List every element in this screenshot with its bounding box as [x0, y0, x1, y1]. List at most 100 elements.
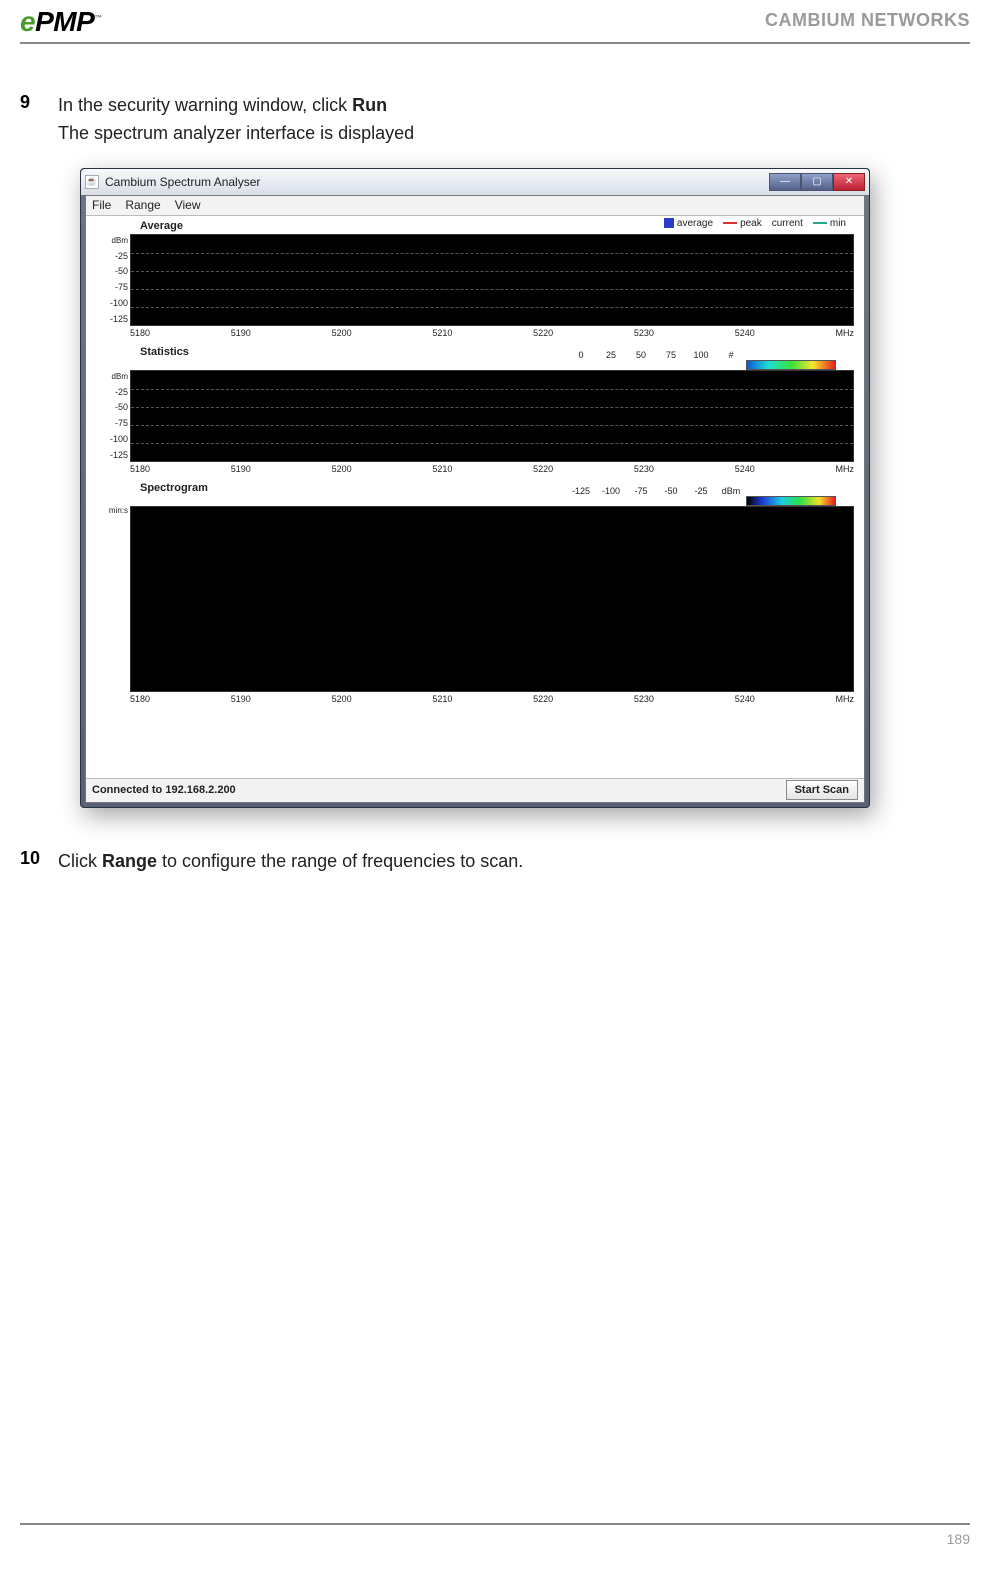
cb-unit: # [716, 350, 746, 360]
step-body: In the security warning window, click Ru… [58, 92, 414, 148]
x-tick: 5190 [231, 328, 251, 338]
statistics-plot [130, 370, 854, 462]
legend-peak: peak [723, 218, 762, 229]
step-9-line1: In the security warning window, click Ru… [58, 92, 414, 120]
spectrogram-title: Spectrogram [140, 482, 208, 494]
legend-min: min [813, 218, 846, 229]
x-tick: 5200 [332, 694, 352, 704]
page-header: ePMP™ CAMBIUM NETWORKS [20, 0, 970, 44]
step-10: 10 Click Range to configure the range of… [20, 848, 970, 876]
x-tick: 5240 [735, 694, 755, 704]
logo: ePMP™ [20, 6, 102, 38]
start-scan-button[interactable]: Start Scan [786, 780, 858, 800]
window-titlebar[interactable]: ☕ Cambium Spectrum Analyser — ▢ ✕ [81, 169, 869, 195]
logo-prefix: e [20, 6, 35, 37]
x-axis: 5180 5190 5200 5210 5220 5230 5240 MHz [96, 462, 854, 476]
x-tick: 5220 [533, 464, 553, 474]
x-tick: 5220 [533, 328, 553, 338]
swatch-red-icon [723, 222, 737, 224]
menu-file[interactable]: File [92, 198, 111, 212]
y-tick: -100 [96, 298, 128, 308]
y-tick: -125 [96, 314, 128, 324]
step-9-line2: The spectrum analyzer interface is displ… [58, 120, 414, 148]
y-tick: -25 [96, 251, 128, 261]
x-tick: 5210 [432, 328, 452, 338]
step-number: 9 [20, 92, 58, 148]
x-unit: MHz [835, 694, 854, 704]
average-chart: dBm -25 -50 -75 -100 -125 [96, 234, 854, 326]
step-number: 10 [20, 848, 58, 876]
cb-tick: -100 [596, 486, 626, 496]
x-tick: 5210 [432, 694, 452, 704]
spectrogram-ylabel: min:s [96, 506, 130, 692]
statistics-chart: dBm -25 -50 -75 -100 -125 [96, 370, 854, 462]
status-bar: Connected to 192.168.2.200 Start Scan [86, 778, 864, 802]
x-tick: 5230 [634, 694, 654, 704]
spectrogram-chart: min:s [96, 506, 854, 692]
x-tick: 5240 [735, 328, 755, 338]
x-tick: 5180 [130, 464, 150, 474]
spec-colorbar: -125 -100 -75 -50 -25 dBm [566, 486, 836, 496]
swatch-green-icon [813, 222, 827, 224]
y-tick: -50 [96, 402, 128, 412]
y-tick: -25 [96, 387, 128, 397]
window-buttons: — ▢ ✕ [769, 173, 865, 191]
legend-current: current [772, 218, 803, 229]
text: Click [58, 851, 102, 871]
x-tick: 5210 [432, 464, 452, 474]
spectrogram-panel: Spectrogram -125 -100 -75 -50 -25 dBm mi… [86, 478, 864, 778]
app-body: File Range View Average average peak cur… [85, 195, 865, 803]
x-tick: 5230 [634, 328, 654, 338]
menubar: File Range View [86, 196, 864, 216]
menu-range[interactable]: Range [125, 198, 160, 212]
run-bold: Run [352, 95, 387, 115]
y-tick: -75 [96, 418, 128, 428]
gradient-bar-icon [746, 360, 836, 370]
cb-tick: -125 [566, 486, 596, 496]
stats-colorbar: 0 25 50 75 100 # [566, 350, 836, 360]
trademark: ™ [94, 14, 102, 23]
cb-tick: 75 [656, 350, 686, 360]
minimize-button[interactable]: — [769, 173, 801, 191]
cb-tick: -75 [626, 486, 656, 496]
y-tick: -75 [96, 282, 128, 292]
y-tick: -125 [96, 450, 128, 460]
text: to configure the range of frequencies to… [157, 851, 523, 871]
window-title: Cambium Spectrum Analyser [105, 175, 260, 189]
cb-unit: dBm [716, 486, 746, 496]
legend-average: average [664, 218, 713, 229]
y-axis: dBm -25 -50 -75 -100 -125 [96, 370, 130, 462]
x-tick: 5200 [332, 464, 352, 474]
x-tick: 5220 [533, 694, 553, 704]
maximize-button[interactable]: ▢ [801, 173, 833, 191]
logo-text: PMP [35, 6, 94, 37]
average-panel: Average average peak current min dBm -25… [86, 216, 864, 342]
x-axis: 5180 5190 5200 5210 5220 5230 5240 MHz [96, 692, 854, 706]
stats-colorbar-bar [566, 360, 836, 370]
x-tick: 5180 [130, 694, 150, 704]
average-plot [130, 234, 854, 326]
cb-tick: 0 [566, 350, 596, 360]
x-tick: 5230 [634, 464, 654, 474]
y-tick: -100 [96, 434, 128, 444]
cb-tick: 25 [596, 350, 626, 360]
text: In the security warning window, click [58, 95, 352, 115]
java-icon: ☕ [85, 175, 99, 189]
y-unit: dBm [96, 236, 128, 245]
statistics-title: Statistics [140, 346, 189, 358]
close-button[interactable]: ✕ [833, 173, 865, 191]
range-bold: Range [102, 851, 157, 871]
company-name: CAMBIUM NETWORKS [765, 6, 970, 31]
cb-tick: 50 [626, 350, 656, 360]
step-9: 9 In the security warning window, click … [20, 92, 970, 148]
menu-view[interactable]: View [175, 198, 201, 212]
x-axis: 5180 5190 5200 5210 5220 5230 5240 MHz [96, 326, 854, 340]
cb-tick: -25 [686, 486, 716, 496]
connection-status: Connected to 192.168.2.200 [92, 784, 236, 796]
spec-colorbar-bar [566, 496, 836, 506]
x-tick: 5180 [130, 328, 150, 338]
x-tick: 5240 [735, 464, 755, 474]
y-axis: dBm -25 -50 -75 -100 -125 [96, 234, 130, 326]
x-unit: MHz [835, 464, 854, 474]
step-body: Click Range to configure the range of fr… [58, 848, 523, 876]
